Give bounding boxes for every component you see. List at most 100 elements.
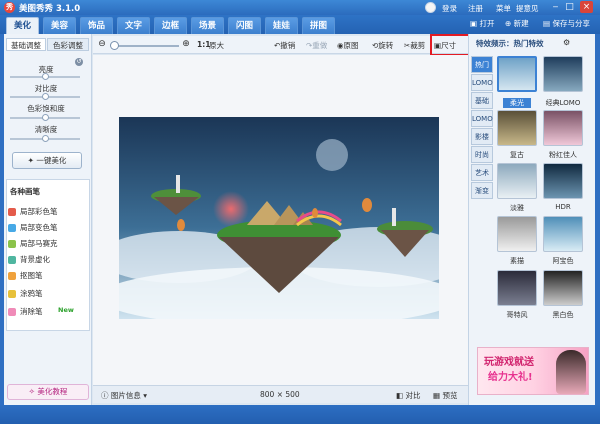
effect-label-abao: 阿宝色 bbox=[552, 257, 574, 265]
new-badge: New bbox=[58, 306, 74, 314]
category-gradient[interactable]: 渐变 bbox=[471, 182, 493, 199]
tab-beauty[interactable]: 美容 bbox=[43, 17, 76, 34]
redo-button[interactable]: ↷重做 bbox=[306, 40, 327, 51]
plus-icon: ⊕ bbox=[505, 19, 514, 28]
category-art[interactable]: 艺术 bbox=[471, 164, 493, 181]
tutorial-button[interactable]: ✧ 美化教程 bbox=[7, 384, 89, 400]
tab-color-adjust[interactable]: 色彩调整 bbox=[47, 38, 89, 51]
original-image-button[interactable]: ◉原图 bbox=[337, 40, 359, 51]
register-link[interactable]: 注册 bbox=[468, 3, 483, 14]
brush-local-color[interactable]: 局部彩色笔 bbox=[8, 206, 58, 218]
color-brush-icon bbox=[8, 208, 16, 216]
info-icon: ⓘ bbox=[101, 391, 111, 400]
actual-size-button[interactable]: 原大 bbox=[209, 40, 224, 51]
effect-label-retro: 复古 bbox=[510, 151, 524, 159]
effect-label-soft-light: 柔光 bbox=[503, 98, 531, 108]
effect-thumb-retro[interactable] bbox=[497, 110, 537, 146]
saturation-label: 色彩饱和度 bbox=[27, 104, 65, 113]
effect-thumb-soft-light[interactable] bbox=[497, 56, 537, 92]
effect-label-pink-lady: 粉红佳人 bbox=[549, 151, 577, 159]
category-lomo-small[interactable]: LOMO bbox=[471, 74, 493, 91]
effect-thumb-pink-lady[interactable] bbox=[543, 110, 583, 146]
image-dimensions: 800 × 500 bbox=[260, 390, 300, 399]
blur-icon bbox=[8, 256, 16, 264]
brush-cutout[interactable]: 抠图笔 bbox=[8, 270, 43, 282]
category-fashion[interactable]: 时尚 bbox=[471, 146, 493, 163]
menu-link[interactable]: 菜单 bbox=[496, 3, 511, 14]
effect-thumb-elegant[interactable] bbox=[497, 163, 537, 199]
effect-label-hdr: HDR bbox=[555, 203, 571, 211]
zoom-slider[interactable] bbox=[115, 45, 179, 47]
tab-collage[interactable]: 拼图 bbox=[302, 17, 335, 34]
effect-label-black-white: 黑白色 bbox=[552, 311, 574, 319]
effect-thumb-black-white[interactable] bbox=[543, 270, 583, 306]
tab-dolls[interactable]: 娃娃 bbox=[265, 17, 298, 34]
tab-flash[interactable]: 闪图 bbox=[228, 17, 261, 34]
bottom-bar bbox=[0, 405, 600, 424]
resize-highlight-box bbox=[430, 34, 470, 56]
preview-button[interactable]: ▦ 预览 bbox=[433, 390, 457, 401]
effect-thumb-abao[interactable] bbox=[543, 216, 583, 252]
undo-button[interactable]: ↶撤销 bbox=[274, 40, 295, 51]
zoom-in-icon[interactable]: ⊕ bbox=[180, 38, 192, 50]
brush-list-title: 各种画笔 bbox=[10, 187, 40, 196]
effect-thumb-sketch[interactable] bbox=[497, 216, 537, 252]
settings-icon[interactable]: ⚙ bbox=[563, 38, 570, 47]
fantasy-island-image bbox=[119, 117, 439, 319]
minimize-icon[interactable]: ‒ bbox=[549, 1, 562, 13]
effect-label-elegant: 淡雅 bbox=[510, 204, 524, 212]
mosaic-icon bbox=[8, 240, 16, 248]
category-hot[interactable]: 热门 bbox=[471, 56, 493, 73]
eraser-icon bbox=[8, 308, 16, 316]
tab-frames[interactable]: 边框 bbox=[154, 17, 187, 34]
maximize-icon[interactable]: □ bbox=[563, 1, 576, 13]
tab-scenes[interactable]: 场景 bbox=[191, 17, 224, 34]
tab-beautify[interactable]: 美化 bbox=[6, 17, 39, 34]
image-info-dropdown[interactable]: ⓘ 图片信息 ▾ bbox=[101, 390, 147, 401]
brightness-knob[interactable] bbox=[41, 73, 49, 80]
brush-mosaic[interactable]: 局部马赛克 bbox=[8, 238, 58, 250]
chevron-down-icon: ▾ bbox=[140, 391, 148, 400]
sharpness-knob[interactable] bbox=[41, 135, 49, 142]
effect-thumb-hdr[interactable] bbox=[543, 163, 583, 199]
brush-eraser[interactable]: 消除笔 bbox=[8, 306, 43, 318]
tab-accessories[interactable]: 饰品 bbox=[80, 17, 113, 34]
tab-text[interactable]: 文字 bbox=[117, 17, 150, 34]
sharpness-label: 清晰度 bbox=[34, 125, 58, 134]
effects-panel-title: 特效频示：热门特效 bbox=[476, 39, 544, 48]
brush-doodle[interactable]: 涂鸦笔 bbox=[8, 288, 43, 300]
app-logo-icon: 秀 bbox=[4, 2, 15, 13]
contrast-knob[interactable] bbox=[41, 93, 49, 100]
edited-photo[interactable] bbox=[119, 117, 439, 319]
game-ad-banner[interactable]: 玩游戏就送 给力大礼! bbox=[477, 347, 589, 395]
close-icon[interactable]: × bbox=[580, 1, 593, 13]
effect-label-classic-lomo: 经典LOMO bbox=[545, 99, 581, 107]
effect-label-gothic: 哥特风 bbox=[506, 311, 528, 319]
zoom-knob[interactable] bbox=[110, 41, 119, 50]
category-lomo[interactable]: LOMO bbox=[471, 110, 493, 127]
recolor-brush-icon bbox=[8, 224, 16, 232]
one-key-beautify-button[interactable]: ✦ 一键美化 bbox=[12, 152, 82, 169]
brush-background-blur[interactable]: 背景虚化 bbox=[8, 254, 50, 266]
new-button[interactable]: ⊕ 新建 bbox=[505, 18, 529, 30]
zoom-out-icon[interactable]: ⊖ bbox=[96, 38, 108, 50]
effect-thumb-classic-lomo[interactable] bbox=[543, 56, 583, 92]
user-avatar[interactable] bbox=[425, 2, 436, 13]
ad-line-2: 给力大礼! bbox=[488, 372, 533, 383]
open-button[interactable]: ▣ 打开 bbox=[470, 18, 494, 30]
tab-basic-adjust[interactable]: 基础调整 bbox=[6, 38, 46, 51]
brush-local-recolor[interactable]: 局部变色笔 bbox=[8, 222, 58, 234]
login-link[interactable]: 登录 bbox=[442, 3, 457, 14]
feedback-link[interactable]: 提意见 bbox=[516, 3, 539, 14]
save-share-button[interactable]: ▤ 保存与分享 bbox=[543, 18, 590, 30]
saturation-knob[interactable] bbox=[41, 114, 49, 121]
compare-button[interactable]: ◧ 对比 bbox=[396, 390, 420, 401]
doodle-pen-icon bbox=[8, 290, 16, 298]
effect-thumb-gothic[interactable] bbox=[497, 270, 537, 306]
crop-button[interactable]: ✂裁剪 bbox=[404, 40, 425, 51]
category-basic[interactable]: 基础 bbox=[471, 92, 493, 109]
cutout-icon bbox=[8, 272, 16, 280]
rotate-button[interactable]: ⟲旋转 bbox=[372, 40, 393, 51]
category-studio[interactable]: 影楼 bbox=[471, 128, 493, 145]
app-title: 美图秀秀 3.1.0 bbox=[19, 4, 81, 14]
